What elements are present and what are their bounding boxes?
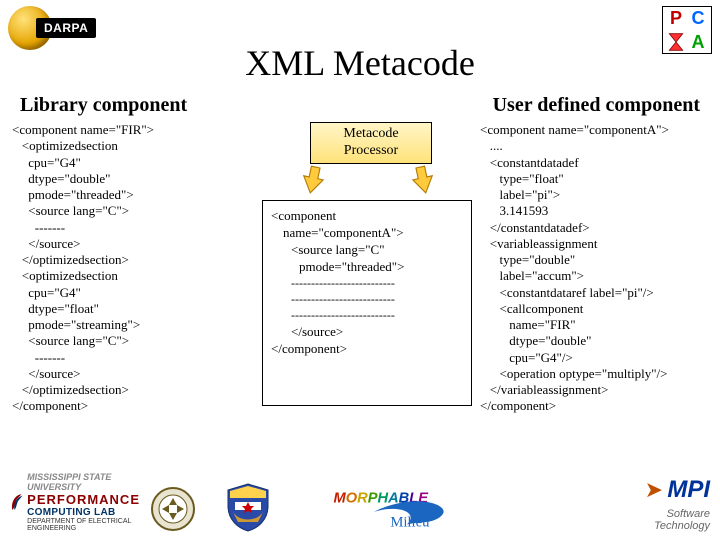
gen-line: <source lang="C": [271, 242, 463, 258]
shield-logo: [225, 482, 271, 532]
generated-code-box: <component name="componentA"> <source la…: [262, 200, 472, 406]
library-code-block: <component name="FIR"> <optimizedsection…: [12, 122, 222, 415]
gen-line: name="componentA">: [271, 225, 463, 241]
perf-lab: COMPUTING LAB: [27, 507, 140, 518]
mpi-top: MPI: [667, 476, 710, 503]
pca-letter-c: C: [687, 7, 709, 29]
mpi-logo: ➤ MPI Software Technology: [645, 476, 710, 532]
perf-word: PERFORMANCE: [27, 492, 140, 507]
gen-line: pmode="threaded">: [271, 259, 463, 275]
arrow-down-left-icon: [299, 164, 326, 196]
mpi-arrow-icon: ➤: [645, 477, 663, 502]
column-header-library: Library component: [20, 94, 187, 117]
processor-line1: Metacode: [311, 126, 431, 143]
gen-dashes: --------------------------: [271, 308, 463, 323]
perf-dept: DEPARTMENT OF ELECTRICAL ENGINEERING: [27, 518, 140, 532]
seal-logo: [150, 486, 196, 532]
metacode-processor-box: Metacode Processor: [310, 122, 432, 164]
pca-letter-p: P: [665, 7, 687, 29]
swirl-icon: [10, 483, 23, 521]
user-code-block: <component name="componentA"> .... <cons…: [480, 122, 712, 415]
perf-uni: MISSISSIPPI STATE UNIVERSITY: [27, 472, 140, 492]
gen-line: </component>: [271, 341, 463, 357]
column-header-user: User defined component: [493, 94, 700, 117]
processor-line2: Processor: [311, 143, 431, 160]
darpa-label: DARPA: [36, 18, 96, 38]
gen-line: <component: [271, 208, 463, 224]
page-title: XML Metacode: [0, 42, 720, 84]
mpi-bot: Software Technology: [654, 508, 710, 532]
arrow-down-right-icon: [409, 164, 436, 196]
morphable-logo: MORPHABLE Milieu: [330, 488, 480, 532]
svg-text:Milieu: Milieu: [390, 515, 430, 531]
gen-line: </source>: [271, 324, 463, 340]
gen-dashes: --------------------------: [271, 292, 463, 307]
performance-lab-logo: MISSISSIPPI STATE UNIVERSITY PERFORMANCE…: [10, 472, 140, 532]
gen-dashes: --------------------------: [271, 276, 463, 291]
